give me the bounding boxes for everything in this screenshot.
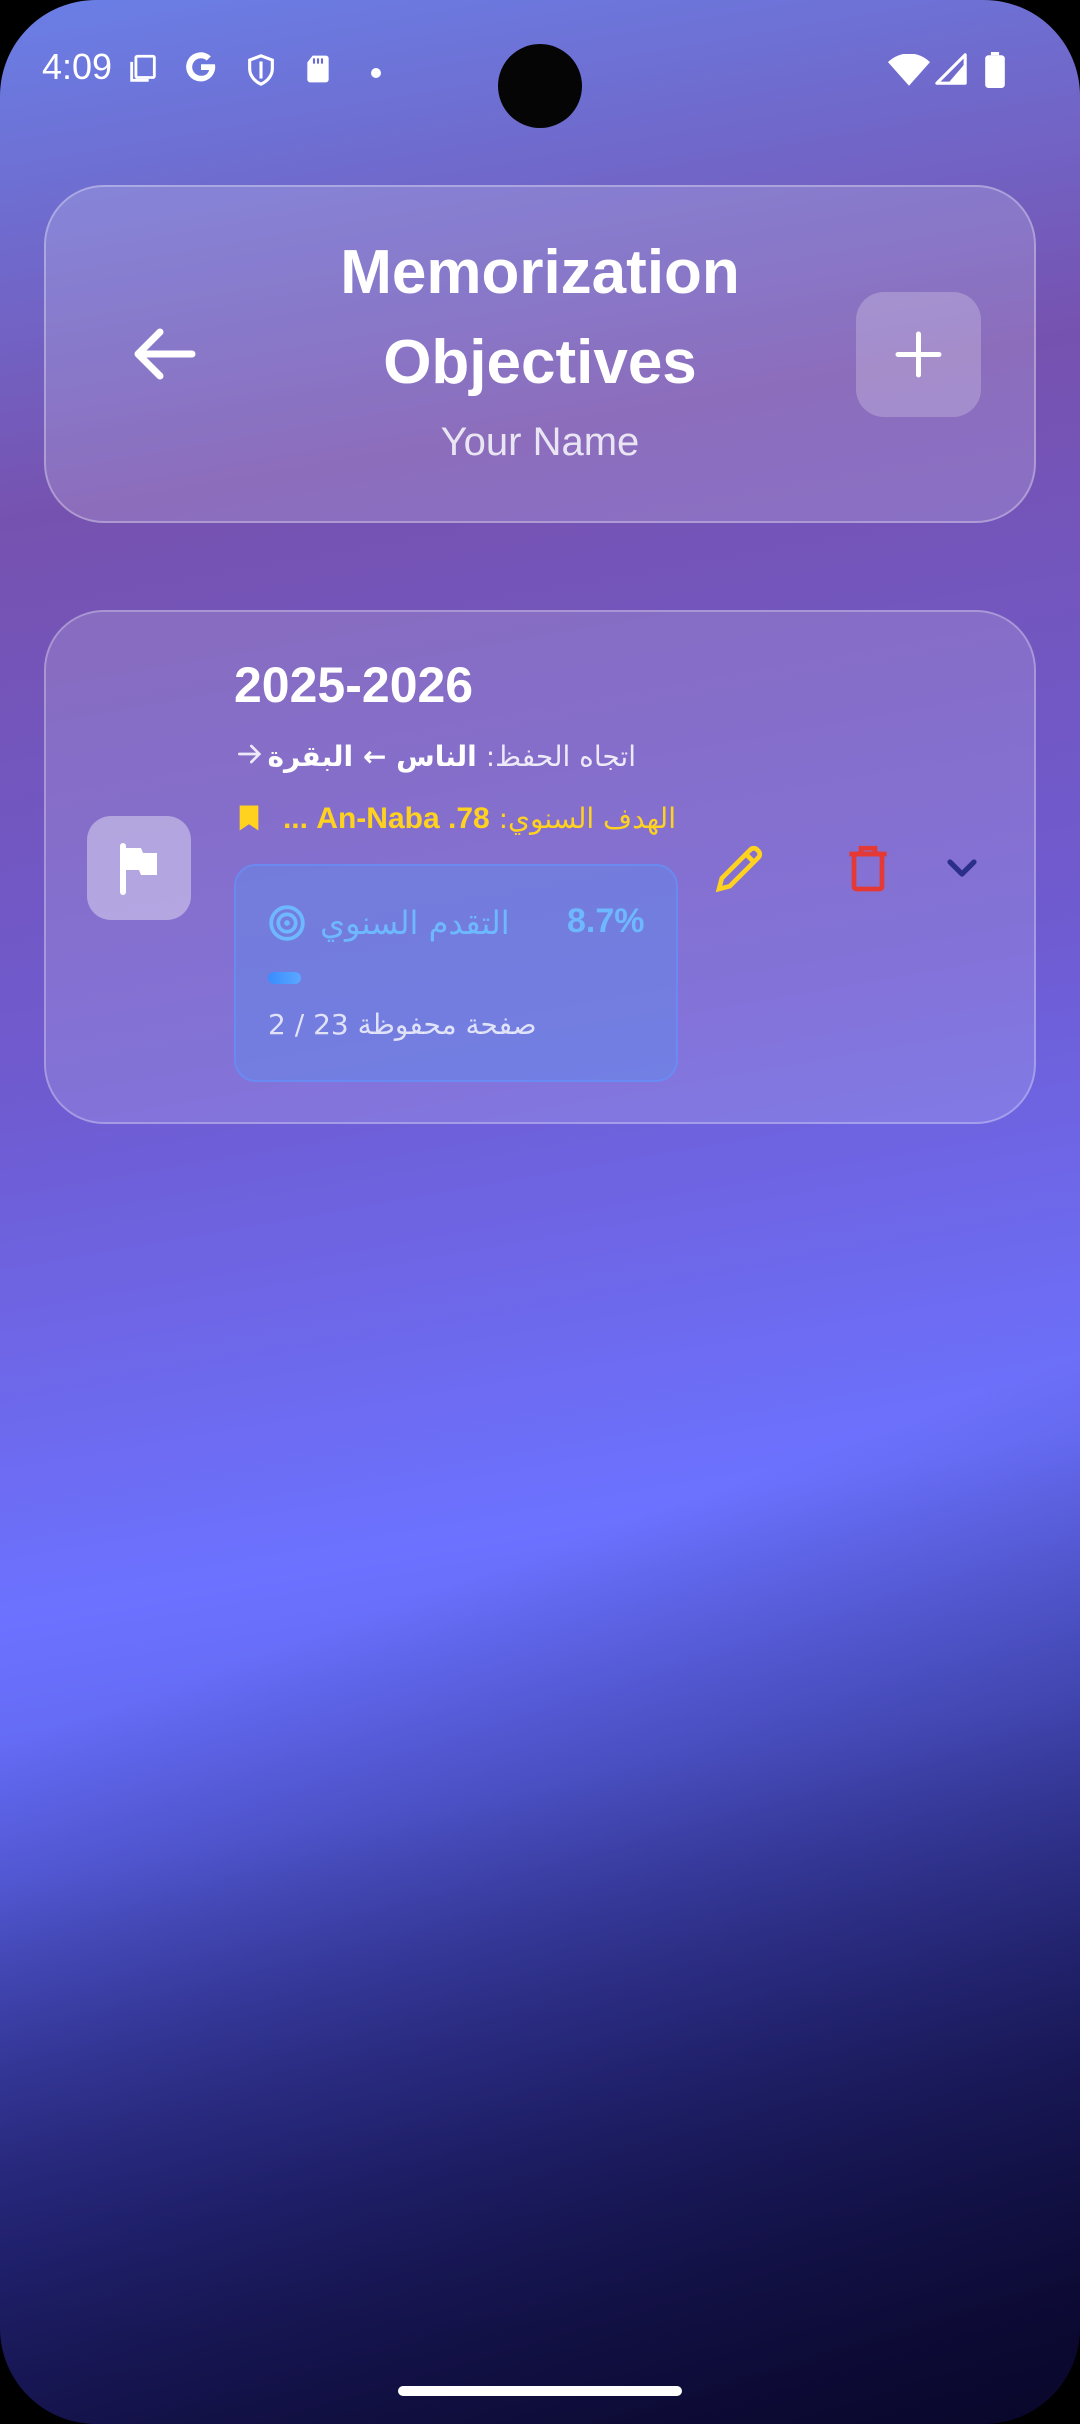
app-screen: 4:09 Memorization Objectives Your Name 2… (0, 0, 1080, 2424)
arrow-left-icon (120, 328, 204, 394)
status-bar: 4:09 (0, 0, 1080, 140)
page-subtitle: Your Name (440, 420, 640, 464)
status-time: 4:09 (42, 46, 113, 87)
goal-label: الهدف السنوي: (498, 802, 676, 835)
trash-icon (840, 845, 896, 900)
signal-icon (934, 52, 968, 90)
add-objective-button[interactable] (856, 292, 981, 417)
back-button[interactable] (120, 318, 204, 390)
goal-text: الهدف السنوي: 78. An-Naba ... (276, 802, 676, 836)
wifi-icon (888, 53, 930, 90)
direction-row: اتجاه الحفظ: الناس ← البقرة (234, 738, 636, 778)
chevron-down-icon (938, 859, 986, 896)
delete-objective-button[interactable] (840, 840, 896, 896)
goal-row: الهدف السنوي: 78. An-Naba ... (234, 800, 676, 840)
direction-label: اتجاه الحفظ: (485, 740, 636, 773)
flag-icon (87, 843, 191, 924)
arrow-right-icon (234, 738, 266, 777)
bookmark-icon (238, 804, 260, 839)
edit-objective-button[interactable] (712, 840, 768, 896)
progress-bar-fill (268, 972, 301, 984)
plus-icon (856, 331, 981, 421)
objective-year: 2025-2026 (234, 657, 474, 713)
copy-icon (126, 52, 160, 90)
direction-value: الناس ← البقرة (267, 740, 477, 773)
goal-value: 78. An-Naba ... (282, 802, 490, 835)
sd-card-icon (302, 52, 334, 90)
direction-text: اتجاه الحفظ: الناس ← البقرة (267, 740, 636, 773)
saved-pages-text: صفحة محفوظة 23 / 2 (268, 1008, 537, 1041)
annual-progress-percent: 8.7% (567, 902, 645, 940)
progress-bar (268, 972, 648, 984)
home-indicator[interactable] (398, 2386, 682, 2396)
target-icon (268, 904, 306, 946)
google-icon (182, 48, 220, 90)
objective-flag-badge (87, 816, 191, 920)
pencil-icon (712, 845, 768, 900)
page-title: Memorization Objectives (340, 238, 740, 397)
expand-button[interactable] (938, 844, 986, 892)
annual-progress-label: التقدم السنوي (320, 904, 510, 942)
dot-icon (370, 64, 382, 83)
battery-icon (984, 52, 1006, 92)
front-camera (498, 44, 582, 128)
shield-icon (244, 52, 278, 92)
